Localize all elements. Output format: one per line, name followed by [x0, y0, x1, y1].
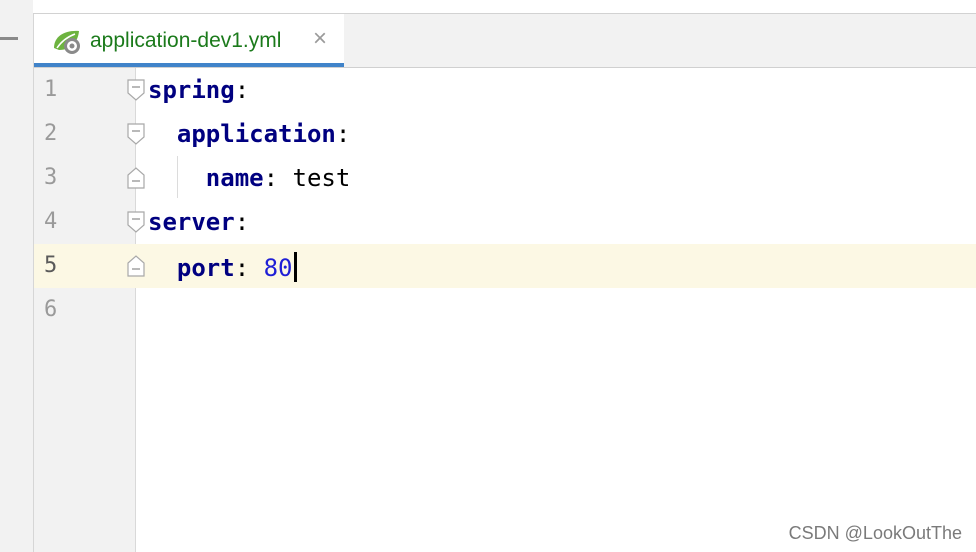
spring-yaml-icon: [54, 30, 80, 54]
yaml-key: spring: [148, 76, 235, 104]
minimize-icon[interactable]: [0, 37, 18, 40]
yaml-key: name: [205, 164, 264, 192]
fold-collapse-icon[interactable]: [127, 123, 145, 145]
code-line[interactable]: 3 name: test: [34, 156, 976, 200]
code-text: port: 80: [148, 252, 297, 282]
code-line[interactable]: 4 server:: [34, 200, 976, 244]
code-editor[interactable]: 1 spring: 2 application: 3 name: test 4 serve…: [34, 68, 976, 552]
close-icon[interactable]: ×: [310, 27, 330, 51]
code-line[interactable]: 6: [34, 288, 976, 332]
code-text: server:: [148, 208, 249, 236]
yaml-colon: :: [234, 208, 250, 236]
code-line[interactable]: 5 port: 80: [34, 244, 976, 288]
text-caret: [293, 252, 297, 282]
fold-end-icon[interactable]: [127, 167, 145, 189]
yaml-colon: :: [335, 120, 351, 148]
fold-collapse-icon[interactable]: [127, 79, 145, 101]
code-text: spring:: [148, 76, 249, 104]
code-text: application:: [148, 120, 350, 148]
tab-filename: application-dev1.yml: [90, 29, 282, 52]
line-number: 1: [44, 77, 58, 102]
watermark: CSDN @LookOutThe: [788, 523, 962, 543]
code-line[interactable]: 1 spring:: [34, 68, 976, 112]
top-border: [33, 0, 976, 14]
yaml-value: 80: [249, 254, 293, 282]
yaml-key: server: [148, 208, 235, 236]
yaml-colon: :: [234, 76, 250, 104]
yaml-value: test: [278, 164, 351, 192]
line-number: 6: [44, 297, 58, 322]
code-line[interactable]: 2 application:: [34, 112, 976, 156]
yaml-colon: :: [263, 164, 279, 192]
line-number: 2: [44, 121, 58, 146]
yaml-key: application: [176, 120, 336, 148]
code-text: name: test: [148, 164, 351, 192]
line-number: 3: [44, 165, 58, 190]
editor-tab-bar: application-dev1.yml ×: [34, 14, 976, 68]
editor-tab-active[interactable]: application-dev1.yml ×: [34, 14, 344, 67]
tool-window-strip: [0, 0, 34, 552]
fold-collapse-icon[interactable]: [127, 211, 145, 233]
fold-end-icon[interactable]: [127, 255, 145, 277]
yaml-colon: :: [234, 254, 250, 282]
yaml-key: port: [176, 254, 235, 282]
line-number: 5: [44, 253, 58, 278]
line-number: 4: [44, 209, 58, 234]
